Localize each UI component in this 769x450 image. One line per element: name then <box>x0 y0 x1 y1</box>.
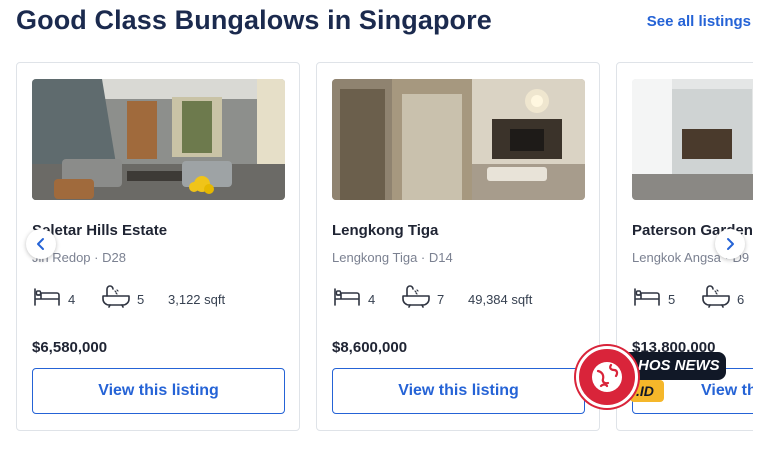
bedrooms-feature: 4 <box>32 280 75 308</box>
bathrooms-feature: 6 <box>701 280 744 308</box>
bathrooms-count: 7 <box>437 292 445 307</box>
view-listing-button[interactable]: View this listing <box>332 368 585 414</box>
bedrooms-count: 5 <box>668 292 676 307</box>
listing-name[interactable]: Lengkong Tiga <box>332 222 438 239</box>
bathrooms-feature: 5 <box>101 280 144 308</box>
listing-photo[interactable] <box>332 79 585 200</box>
listing-price: $8,600,000 <box>332 339 408 356</box>
view-listing-button[interactable]: View this listing <box>32 368 285 414</box>
bathrooms-count: 6 <box>737 292 745 307</box>
bed-icon <box>634 288 660 306</box>
globe-icon <box>576 346 638 408</box>
section-title: Good Class Bungalows in Singapore <box>16 5 492 35</box>
area-feature: 49,384 sqft <box>468 280 532 308</box>
bedrooms-feature: 5 <box>632 280 675 308</box>
bathtub-icon <box>402 285 430 308</box>
listing-photo[interactable] <box>32 79 285 200</box>
listing-photo[interactable] <box>632 79 753 200</box>
carousel-prev-button[interactable] <box>26 229 56 259</box>
floor-area: 49,384 sqft <box>468 292 533 307</box>
bathtub-icon <box>102 285 130 308</box>
see-all-listings-link[interactable]: See all listings <box>647 13 751 30</box>
bedrooms-count: 4 <box>368 292 376 307</box>
listing-card[interactable]: Seletar Hills Estate Jln Redop · D28 4 5… <box>16 62 300 431</box>
bedrooms-feature: 4 <box>332 280 375 308</box>
floor-area: 3,122 sqft <box>168 292 226 307</box>
bedrooms-count: 4 <box>68 292 76 307</box>
hosnews-watermark: HOS NEWS .ID <box>576 346 736 426</box>
area-feature: 3,122 sqft <box>168 280 225 308</box>
bathrooms-feature: 7 <box>401 280 444 308</box>
bathtub-icon <box>702 285 730 308</box>
bathrooms-count: 5 <box>137 292 145 307</box>
listing-address: Lengkong Tiga · D14 <box>332 250 453 265</box>
chevron-right-icon <box>727 238 734 250</box>
listing-price: $6,580,000 <box>32 339 108 356</box>
section-header: Good Class Bungalows in Singapore See al… <box>16 4 753 44</box>
carousel-next-button[interactable] <box>715 229 745 259</box>
listing-card[interactable]: Lengkong Tiga Lengkong Tiga · D14 4 7 49… <box>316 62 600 431</box>
chevron-left-icon <box>37 238 44 250</box>
bed-icon <box>334 288 360 306</box>
bed-icon <box>34 288 60 306</box>
watermark-brand: HOS NEWS <box>626 352 726 380</box>
